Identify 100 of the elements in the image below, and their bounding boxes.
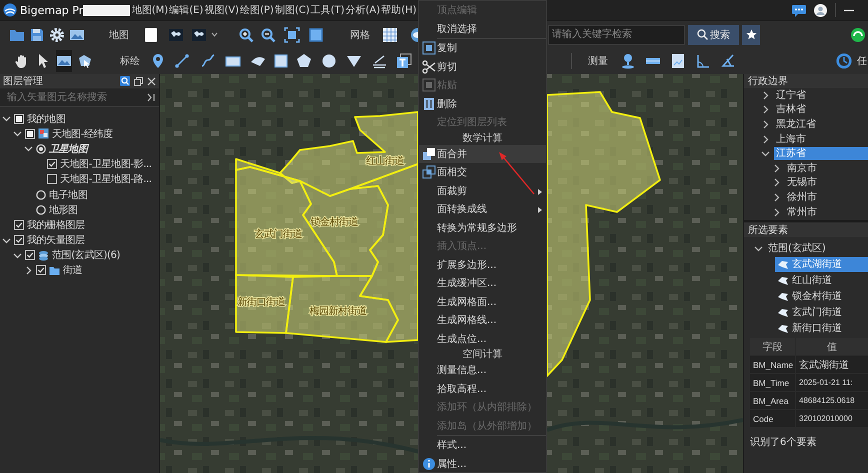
layer-name[interactable]: 电子地图	[49, 188, 88, 202]
feature-item[interactable]: 锁金村街道	[775, 288, 868, 304]
menu-item[interactable]: 测量信息...	[419, 361, 546, 380]
menu-bar-item[interactable]: 工具(T)	[310, 3, 346, 17]
line-icon[interactable]	[174, 53, 190, 69]
blank-map-icon[interactable]	[143, 26, 159, 42]
layer-name[interactable]: 范围(玄武区)(6)	[52, 248, 120, 262]
search-button[interactable]: 搜索	[688, 24, 739, 44]
search-field[interactable]: 输入矢量图元名称搜索	[0, 89, 159, 107]
menu-bar-item[interactable]: 视图(V)	[204, 3, 240, 17]
tree-item[interactable]: 辽宁省	[774, 88, 808, 102]
menu-item[interactable]: 剪切	[419, 58, 546, 76]
zoom-out-icon[interactable]	[260, 26, 276, 42]
tree-item[interactable]: 徐州市	[785, 190, 819, 204]
tree-item[interactable]: 上海市	[774, 132, 808, 146]
district-polygon[interactable]	[235, 274, 294, 334]
checkbox[interactable]	[47, 174, 57, 184]
tree-item[interactable]: 无锡市	[785, 176, 819, 190]
grid-icon[interactable]	[382, 26, 398, 42]
circle-icon[interactable]	[321, 53, 337, 69]
menu-bar-item[interactable]: 帮助(H)	[380, 3, 418, 17]
location-icon[interactable]	[620, 53, 636, 69]
chart-icon[interactable]	[670, 53, 686, 69]
district-polygon[interactable]	[279, 111, 419, 197]
menu-item[interactable]: 面裁剪	[419, 182, 546, 200]
menu-bar-item[interactable]: 编辑(E)	[168, 3, 204, 17]
close-icon[interactable]	[147, 76, 156, 86]
tree-item[interactable]: 南京市	[785, 162, 819, 175]
layer-name[interactable]: 卫星地图	[49, 142, 88, 156]
avatar-icon[interactable]	[814, 4, 827, 16]
pentagon-icon[interactable]	[296, 53, 312, 69]
feature-item[interactable]: 红山街道	[775, 272, 868, 288]
layer-name[interactable]: 天地图-卫星地图-影...	[60, 157, 152, 172]
text-icon[interactable]	[396, 53, 412, 69]
measure-line-icon[interactable]	[371, 53, 387, 69]
save-icon[interactable]	[29, 26, 45, 42]
search-icon[interactable]	[120, 76, 130, 86]
tree-item[interactable]: 江苏省	[774, 147, 868, 160]
menu-bar-item[interactable]: 制图(C)	[274, 3, 310, 17]
angle-icon[interactable]	[695, 53, 711, 69]
menu-item[interactable]: 样式...	[419, 436, 546, 454]
menu-item[interactable]: 生成缓冲区...	[419, 274, 546, 292]
layer-name[interactable]: 街道	[63, 263, 82, 278]
feature-item[interactable]: 玄武门街道	[775, 304, 868, 320]
square-icon[interactable]	[273, 53, 289, 69]
layer-name[interactable]: 天地图-经纬度	[52, 126, 113, 141]
checkbox[interactable]	[14, 235, 24, 246]
menu-item[interactable]: 生成网格面...	[419, 292, 546, 311]
menu-item[interactable]: 取消选择	[419, 20, 546, 38]
gear-icon[interactable]	[49, 26, 65, 42]
checkbox[interactable]	[25, 128, 35, 139]
menu-item[interactable]: 拾取高程...	[419, 380, 546, 398]
layer-name[interactable]: 天地图-卫星地图-路...	[60, 172, 152, 186]
menu-item[interactable]: 生成网格线...	[419, 311, 546, 330]
menu-item[interactable]: 转换为常规多边形	[419, 218, 546, 237]
menu-bar-item[interactable]: 地图(M)	[131, 3, 169, 17]
menu-item[interactable]: 扩展多边形...	[419, 256, 546, 274]
checkbox[interactable]	[14, 220, 24, 230]
menu-item[interactable]: 面合并	[419, 144, 546, 163]
group-name[interactable]: 范围(玄武区)	[766, 242, 828, 255]
feature-item[interactable]: 玄武湖街道	[775, 256, 868, 272]
sync-icon[interactable]	[850, 26, 866, 42]
tree-item[interactable]: 常州市	[785, 206, 819, 219]
pin-icon[interactable]	[150, 53, 166, 69]
fit-extent-icon[interactable]	[284, 26, 300, 42]
menu-bar-item[interactable]: 分析(A)	[345, 3, 381, 17]
menu-item[interactable]: 生成点位...	[419, 330, 546, 348]
chat-icon[interactable]	[792, 4, 806, 16]
radio-button[interactable]	[36, 190, 46, 200]
tree-item[interactable]: 黑龙江省	[774, 118, 818, 131]
select-area-button[interactable]	[56, 50, 72, 72]
menu-item[interactable]: 面相交	[419, 163, 546, 182]
layer-name[interactable]: 地形图	[49, 202, 78, 217]
checkbox[interactable]	[36, 265, 46, 276]
curve-icon[interactable]	[200, 53, 216, 69]
menu-item[interactable]: 面转换成线	[419, 200, 546, 218]
feature-item[interactable]: 新街口街道	[775, 320, 868, 336]
menu-bar-item[interactable]: 绘图(P)	[239, 3, 274, 17]
satellite-map-icon[interactable]	[191, 26, 207, 42]
polygon-select-icon[interactable]	[77, 53, 93, 69]
clock-icon[interactable]	[836, 53, 852, 69]
checkbox[interactable]	[14, 114, 24, 124]
angle-icon[interactable]	[720, 53, 736, 69]
layer-name[interactable]: 我的地图	[27, 112, 66, 126]
layer-name[interactable]: 我的栅格图层	[27, 218, 85, 232]
checkbox[interactable]	[25, 250, 35, 260]
triangle-icon[interactable]	[346, 53, 362, 69]
district-polygon[interactable]	[546, 91, 661, 377]
full-extent-icon[interactable]	[308, 26, 324, 42]
menu-item[interactable]: 复制	[419, 39, 546, 58]
satellite-map-icon[interactable]	[168, 26, 184, 42]
radio-button[interactable]	[36, 144, 46, 154]
zoom-in-icon[interactable]	[238, 26, 254, 42]
collapse-icon[interactable]	[147, 93, 155, 102]
restore-icon[interactable]	[134, 76, 143, 86]
checkbox[interactable]	[47, 159, 57, 170]
menu-item[interactable]: 属性...	[419, 454, 546, 472]
search-field[interactable]: 请输入关键字检索	[548, 24, 685, 44]
menu-item[interactable]: 删除	[419, 94, 546, 113]
favorite-button[interactable]	[742, 24, 760, 44]
